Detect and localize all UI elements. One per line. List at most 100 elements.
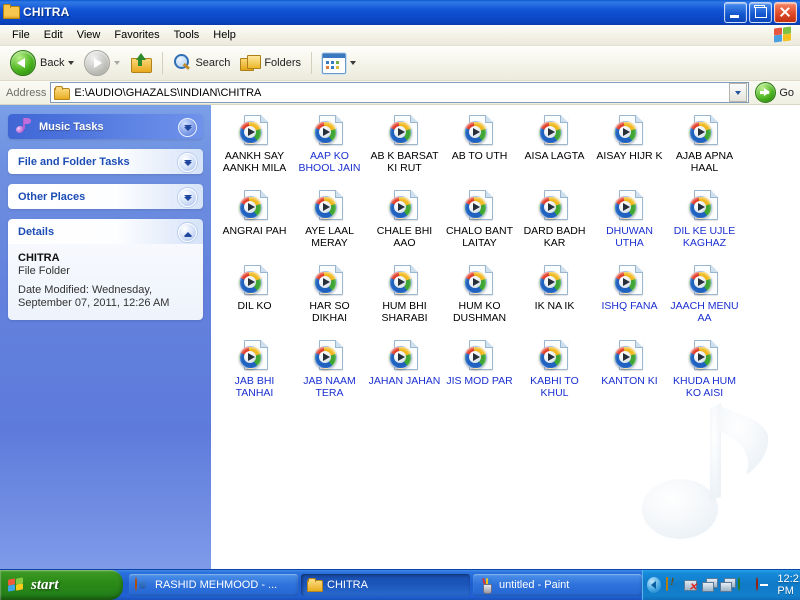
file-item[interactable]: JAACH MENU AA [667, 261, 742, 336]
network-icon[interactable] [702, 578, 715, 593]
file-item[interactable]: CHALE BHI AAO [367, 186, 442, 261]
file-item[interactable]: CHALO BANT LAITAY [442, 186, 517, 261]
up-button[interactable] [126, 51, 156, 75]
show-hidden-icons-button[interactable] [647, 577, 661, 593]
media-file-icon [389, 115, 421, 147]
details-body: CHITRA File Folder Date Modified: Wednes… [8, 244, 203, 320]
file-item-label: AB TO UTH [443, 150, 517, 162]
file-item[interactable]: JAHAN JAHAN [367, 336, 442, 411]
toolbar: Back Search Folders [0, 46, 800, 81]
taskbar-item-browser[interactable]: RASHID MEHMOOD - ... [129, 574, 298, 596]
chevron-down-icon[interactable] [178, 118, 197, 137]
network-disconnected-icon[interactable]: ✕ [684, 579, 697, 592]
views-dropdown-caret-icon[interactable] [350, 61, 356, 65]
menu-item-file[interactable]: File [5, 27, 37, 43]
back-dropdown-caret-icon[interactable] [68, 61, 74, 65]
up-folder-icon [130, 53, 152, 73]
menu-item-help[interactable]: Help [206, 27, 243, 43]
taskbar-item-label: RASHID MEHMOOD - ... [155, 579, 277, 591]
file-item[interactable]: DARD BADH KAR [517, 186, 592, 261]
file-item[interactable]: DHUWAN UTHA [592, 186, 667, 261]
media-file-icon [539, 190, 571, 222]
chevron-up-icon[interactable] [178, 223, 197, 242]
file-item[interactable]: DIL KO [217, 261, 292, 336]
media-file-icon [464, 340, 496, 372]
media-file-icon [314, 190, 346, 222]
file-item[interactable]: ANGRAI PAH [217, 186, 292, 261]
menu-item-edit[interactable]: Edit [37, 27, 70, 43]
file-item[interactable]: HAR SO DIKHAI [292, 261, 367, 336]
chevron-down-icon[interactable] [178, 188, 197, 207]
forward-arrow-icon [84, 50, 110, 76]
address-dropdown-button[interactable] [729, 83, 747, 102]
media-file-icon [314, 340, 346, 372]
media-file-icon [239, 265, 271, 297]
media-file-icon [464, 190, 496, 222]
restore-button[interactable] [749, 2, 772, 23]
folders-button[interactable]: Folders [236, 52, 305, 74]
file-item[interactable]: AJAB APNA HAAL [667, 111, 742, 186]
panel-header-file-and-folder-tasks[interactable]: File and Folder Tasks [8, 149, 203, 174]
file-item[interactable]: HUM BHI SHARABI [367, 261, 442, 336]
file-item[interactable]: DIL KE UJLE KAGHAZ [667, 186, 742, 261]
task-pane: Music Tasks File and Folder Tasks Other … [0, 105, 211, 569]
clock[interactable]: 12:21 PM [777, 573, 800, 597]
menu-bar: File Edit View Favorites Tools Help [0, 25, 800, 46]
back-button[interactable]: Back [6, 48, 78, 78]
address-input[interactable]: E:\AUDIO\GHAZALS\INDIAN\CHITRA [50, 82, 749, 103]
taskbar-item-chitra[interactable]: CHITRA [301, 574, 470, 596]
file-item[interactable]: AISA LAGTA [517, 111, 592, 186]
start-button[interactable]: start [0, 570, 123, 600]
file-item[interactable]: KANTON KI [592, 336, 667, 411]
panel-header-music-tasks[interactable]: Music Tasks [8, 114, 203, 139]
media-file-icon [689, 190, 721, 222]
file-item-label: DIL KE UJLE KAGHAZ [668, 225, 742, 249]
file-item[interactable]: AB K BARSAT KI RUT [367, 111, 442, 186]
file-item[interactable]: AAP KO BHOOL JAIN [292, 111, 367, 186]
volume-icon[interactable] [738, 578, 751, 593]
chevron-down-icon[interactable] [178, 153, 197, 172]
views-icon [322, 53, 346, 74]
file-item[interactable]: KHUDA HUM KO AISI [667, 336, 742, 411]
warning-shield-icon[interactable] [666, 578, 679, 593]
back-arrow-icon [10, 50, 36, 76]
media-file-icon [239, 340, 271, 372]
file-item[interactable]: AISAY HIJR K [592, 111, 667, 186]
file-item[interactable]: IK NA IK [517, 261, 592, 336]
file-item[interactable]: JIS MOD PAR [442, 336, 517, 411]
menu-item-view[interactable]: View [70, 27, 108, 43]
forward-dropdown-caret-icon[interactable] [114, 61, 120, 65]
go-button[interactable]: Go [753, 82, 800, 103]
views-button[interactable] [318, 51, 360, 76]
close-button[interactable] [774, 2, 797, 23]
file-grid: AANKH SAY AANKH MILAAAP KO BHOOL JAINAB … [211, 111, 800, 411]
file-item-label: ANGRAI PAH [218, 225, 292, 237]
panel-details: Details CHITRA File Folder Date Modified… [8, 219, 203, 320]
file-item[interactable]: HUM KO DUSHMAN [442, 261, 517, 336]
file-item[interactable]: JAB NAAM TERA [292, 336, 367, 411]
file-list-pane[interactable]: AANKH SAY AANKH MILAAAP KO BHOOL JAINAB … [211, 105, 800, 569]
file-item-label: KABHI TO KHUL [518, 375, 592, 399]
menu-item-tools[interactable]: Tools [167, 27, 207, 43]
panel-header-other-places[interactable]: Other Places [8, 184, 203, 209]
menu-item-favorites[interactable]: Favorites [107, 27, 166, 43]
file-item[interactable]: KABHI TO KHUL [517, 336, 592, 411]
media-file-icon [614, 265, 646, 297]
file-item[interactable]: AANKH SAY AANKH MILA [217, 111, 292, 186]
search-button[interactable]: Search [169, 52, 234, 74]
paint-icon [479, 578, 494, 592]
folders-icon [240, 54, 260, 72]
media-file-icon [689, 115, 721, 147]
file-item[interactable]: JAB BHI TANHAI [217, 336, 292, 411]
forward-button[interactable] [80, 48, 124, 78]
security-alert-icon[interactable] [756, 578, 769, 593]
file-item[interactable]: AYE LAAL MERAY [292, 186, 367, 261]
panel-header-details[interactable]: Details [8, 219, 203, 244]
taskbar-item-paint[interactable]: untitled - Paint [473, 574, 642, 596]
file-item-label: JAB BHI TANHAI [218, 375, 292, 399]
file-item[interactable]: AB TO UTH [442, 111, 517, 186]
toolbar-separator [162, 52, 163, 74]
network-icon-2[interactable] [720, 578, 733, 593]
minimize-button[interactable] [724, 2, 747, 23]
file-item[interactable]: ISHQ FANA [592, 261, 667, 336]
